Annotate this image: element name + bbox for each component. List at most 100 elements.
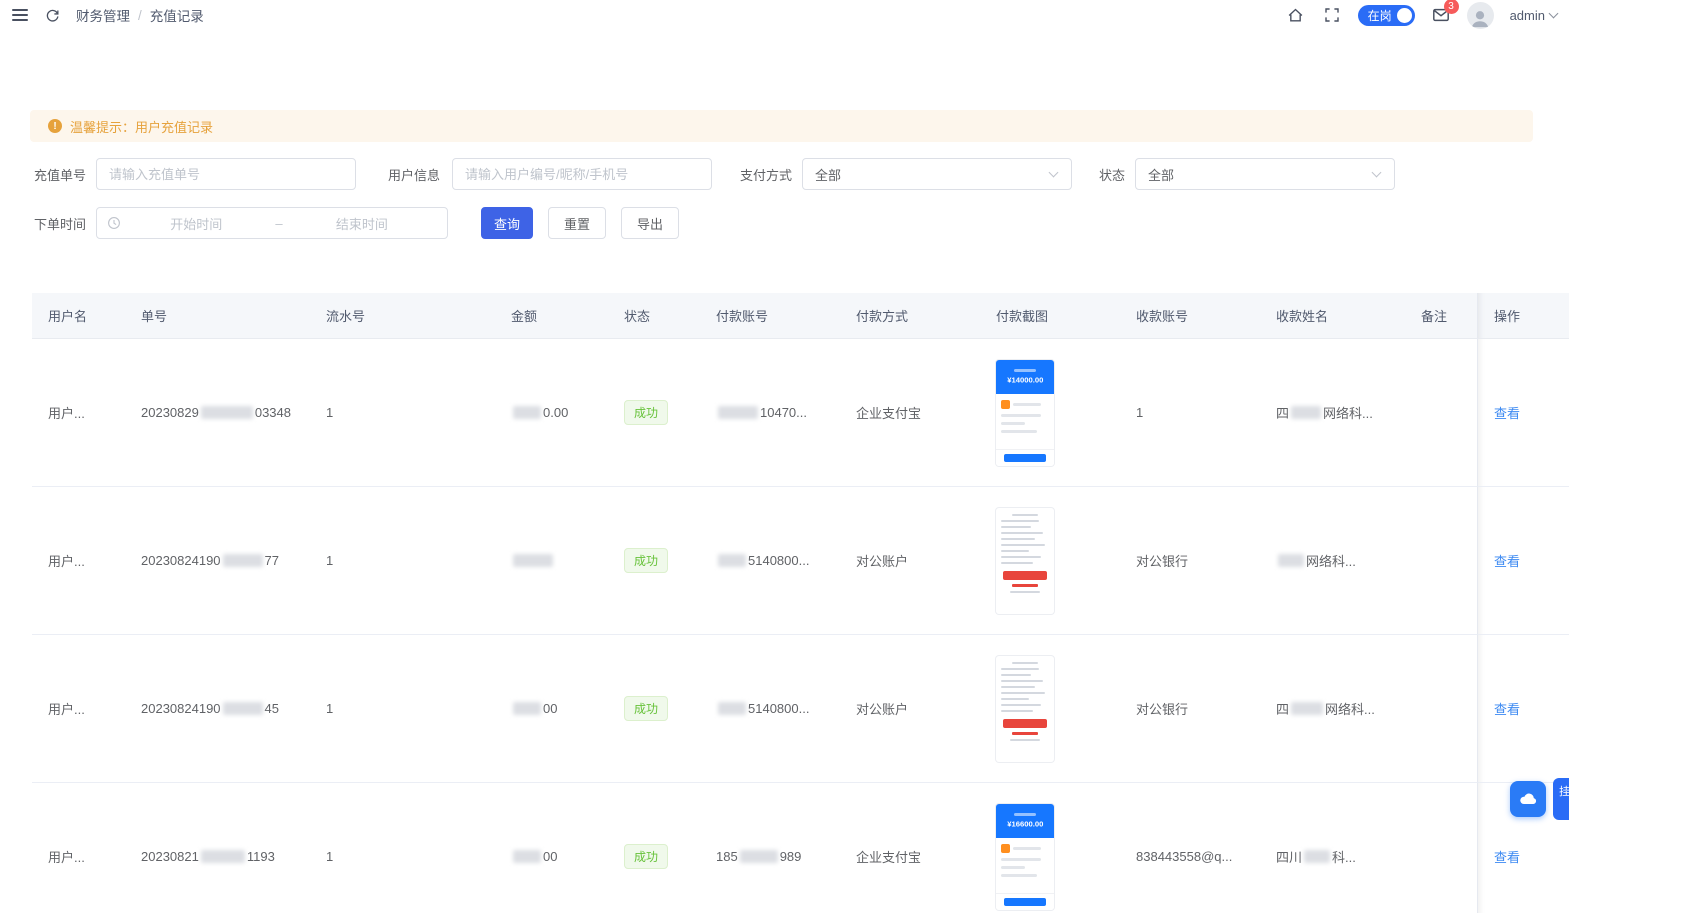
avatar[interactable] — [1467, 2, 1494, 29]
cell-serial: 1 — [310, 487, 495, 635]
view-link[interactable]: 查看 — [1494, 699, 1520, 718]
cell-recv_name: 四网络科... — [1260, 635, 1405, 783]
column-header: 用户名 — [32, 293, 125, 339]
table-card: 用户名单号流水号金额状态付款账号付款方式付款截图收款账号收款姓名备注操作用户..… — [12, 279, 1557, 913]
redacted-text — [718, 406, 758, 419]
chevron-down-icon — [1549, 8, 1559, 18]
cell-pay_account: 5140800... — [700, 487, 840, 635]
user-info-input[interactable] — [452, 158, 712, 190]
column-header: 付款截图 — [980, 293, 1120, 339]
cell-pay_account: 185989 — [700, 783, 840, 913]
redacted-text — [1291, 406, 1321, 419]
top-bar: 财务管理 / 充值记录 在岗 3 admi — [0, 0, 1569, 30]
app-window: 财务管理 / 充值记录 在岗 3 admi — [0, 0, 1569, 913]
pay-method-value: 全部 — [815, 165, 841, 184]
breadcrumb-section[interactable]: 财务管理 — [76, 5, 130, 25]
cell-recv_account: 1 — [1120, 339, 1260, 487]
refresh-icon[interactable] — [42, 5, 62, 25]
redacted-text — [718, 702, 746, 715]
status-badge: 成功 — [624, 844, 668, 869]
cell-username: 用户... — [32, 487, 125, 635]
cell-username: 用户... — [32, 635, 125, 783]
cell-pay_method: 企业支付宝 — [840, 339, 980, 487]
cell-pay_method: 对公账户 — [840, 635, 980, 783]
merchant-icon — [1001, 400, 1010, 409]
view-link[interactable]: 查看 — [1494, 403, 1520, 422]
column-header: 金额 — [495, 293, 608, 339]
cloud-icon — [1517, 788, 1539, 810]
records-table: 用户名单号流水号金额状态付款账号付款方式付款截图收款账号收款姓名备注操作用户..… — [32, 293, 1557, 913]
redacted-text — [740, 850, 778, 863]
screenshot-amount: ¥16600.00 — [1007, 819, 1043, 828]
status-badge: 成功 — [624, 400, 668, 425]
cell-amount — [495, 487, 608, 635]
cell-action: 查看 — [1477, 339, 1569, 487]
redacted-text — [1291, 702, 1323, 715]
reset-button[interactable]: 重置 — [548, 207, 606, 239]
username: admin — [1510, 8, 1545, 23]
merchant-icon — [1001, 844, 1010, 853]
redacted-text — [201, 406, 253, 419]
fullscreen-icon[interactable] — [1322, 5, 1342, 25]
cell-action: 查看 — [1477, 635, 1569, 783]
order-time-label: 下单时间 — [30, 214, 86, 233]
cell-status: 成功 — [608, 783, 700, 913]
cell-amount: 0.00 — [495, 339, 608, 487]
export-button[interactable]: 导出 — [621, 207, 679, 239]
cloud-button[interactable] — [1510, 781, 1546, 817]
column-header: 单号 — [125, 293, 310, 339]
cell-order_no: 2023082903348 — [125, 339, 310, 487]
cell-screenshot — [980, 635, 1120, 783]
cell-order_no: 2023082419077 — [125, 487, 310, 635]
cell-recv_name: 四网络科... — [1260, 339, 1405, 487]
cell-remark — [1405, 783, 1477, 913]
recharge-no-input[interactable] — [96, 158, 356, 190]
menu-collapse-icon[interactable] — [12, 9, 28, 21]
pay-method-select[interactable]: 全部 — [802, 158, 1072, 190]
redacted-text — [1304, 850, 1330, 863]
view-link[interactable]: 查看 — [1494, 847, 1520, 866]
redacted-text — [718, 554, 746, 567]
cell-serial: 1 — [310, 339, 495, 487]
cell-screenshot — [980, 487, 1120, 635]
status-select[interactable]: 全部 — [1135, 158, 1395, 190]
end-time-placeholder: 结束时间 — [287, 214, 437, 233]
status-badge: 成功 — [624, 548, 668, 573]
cell-remark — [1405, 339, 1477, 487]
redacted-text — [223, 554, 263, 567]
duty-status-toggle[interactable]: 在岗 — [1358, 5, 1415, 26]
cell-pay_method: 对公账户 — [840, 487, 980, 635]
payment-screenshot-thumbnail[interactable]: ¥16600.00 — [996, 804, 1054, 910]
clock-icon — [107, 216, 121, 230]
cell-amount: 00 — [495, 635, 608, 783]
cell-status: 成功 — [608, 635, 700, 783]
warning-icon: ! — [48, 119, 62, 133]
confirm-button-shape — [1003, 571, 1047, 580]
floating-tab[interactable]: 挂 — [1553, 778, 1569, 820]
view-link[interactable]: 查看 — [1494, 551, 1520, 570]
cell-order_no: 202308211193 — [125, 783, 310, 913]
user-menu[interactable]: admin — [1510, 8, 1557, 23]
cell-action: 查看 — [1477, 487, 1569, 635]
query-button[interactable]: 查询 — [481, 207, 533, 239]
payment-screenshot-thumbnail[interactable] — [996, 508, 1054, 614]
status-label: 状态 — [1097, 165, 1125, 184]
chevron-down-icon — [1372, 168, 1382, 178]
recharge-no-label: 充值单号 — [30, 165, 86, 184]
column-header: 收款姓名 — [1260, 293, 1405, 339]
messages-icon[interactable]: 3 — [1431, 5, 1451, 25]
payment-screenshot-thumbnail[interactable] — [996, 656, 1054, 762]
redacted-text — [513, 554, 553, 567]
start-time-placeholder: 开始时间 — [121, 214, 271, 233]
date-range-picker[interactable]: 开始时间 – 结束时间 — [96, 207, 448, 239]
filter-card: ! 温馨提示：用户充值记录 充值单号 用户信息 支付方式 全部 状态 全部 — [12, 97, 1557, 259]
home-icon[interactable] — [1286, 5, 1306, 25]
cell-pay_method: 企业支付宝 — [840, 783, 980, 913]
message-count-badge: 3 — [1444, 0, 1459, 14]
column-header: 状态 — [608, 293, 700, 339]
confirm-button-shape — [1003, 719, 1047, 728]
column-header: 流水号 — [310, 293, 495, 339]
cell-status: 成功 — [608, 339, 700, 487]
breadcrumb-separator: / — [138, 8, 142, 23]
payment-screenshot-thumbnail[interactable]: ¥14000.00 — [996, 360, 1054, 466]
